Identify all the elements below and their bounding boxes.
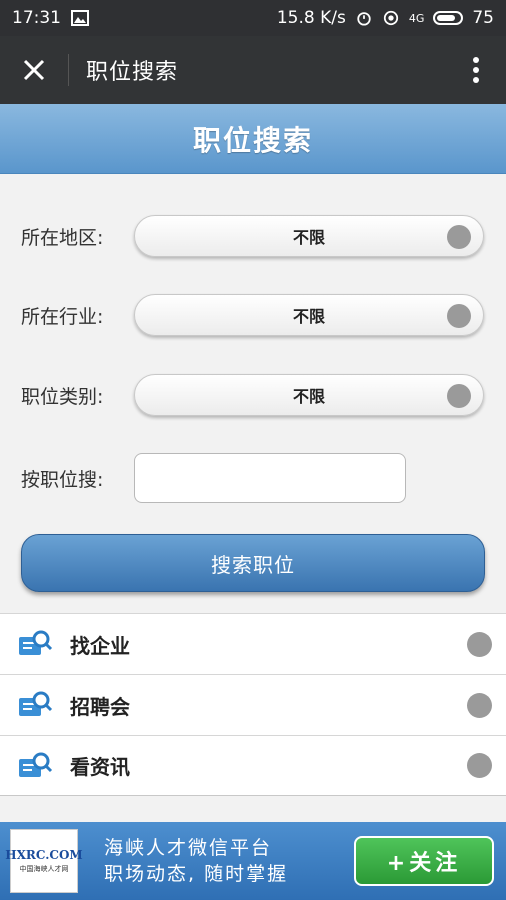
nav-bar: 职位搜索 bbox=[0, 36, 506, 104]
search-doc-icon bbox=[19, 752, 53, 777]
battery-icon bbox=[433, 11, 464, 25]
keyword-input[interactable] bbox=[134, 453, 406, 503]
logo-sub-text: 中国海峡人才网 bbox=[19, 865, 69, 873]
battery-level: 75 bbox=[472, 8, 494, 28]
follow-button[interactable]: +关注 bbox=[354, 836, 494, 886]
category-select[interactable]: 不限 bbox=[134, 374, 484, 416]
region-value: 不限 bbox=[292, 228, 325, 247]
region-row: 所在地区: 不限 bbox=[0, 211, 506, 261]
nav-divider bbox=[68, 54, 69, 86]
status-bar: 17:31 15.8 K/s 4G 75 bbox=[0, 0, 506, 36]
banner-line-1: 海峡人才微信平台 bbox=[104, 837, 273, 859]
region-select[interactable]: 不限 bbox=[134, 215, 484, 257]
search-jobs-button[interactable]: 搜索职位 bbox=[21, 534, 485, 592]
keyword-label: 按职位搜: bbox=[21, 468, 104, 491]
hxrc-logo: HXRC.COM 中国海峡人才网 bbox=[5, 829, 83, 893]
category-label: 职位类别: bbox=[21, 385, 104, 408]
arrow-knob-icon bbox=[467, 692, 492, 718]
image-icon bbox=[71, 10, 89, 26]
dropdown-knob-icon bbox=[447, 304, 471, 328]
industry-row: 所在行业: 不限 bbox=[0, 290, 506, 340]
keyword-row: 按职位搜: bbox=[0, 453, 506, 503]
more-vertical-icon bbox=[473, 57, 479, 83]
banner-text: 海峡人才微信平台 职场动态, 随时掌握 bbox=[104, 835, 288, 887]
network-type: 4G bbox=[408, 11, 425, 25]
search-doc-icon bbox=[19, 691, 53, 716]
link-list: 找企业 招聘会 看资讯 bbox=[0, 613, 506, 796]
page-header: 职位搜索 bbox=[0, 104, 506, 174]
nav-title: 职位搜索 bbox=[86, 60, 179, 85]
sync-icon bbox=[383, 10, 398, 26]
list-item-label: 看资讯 bbox=[70, 755, 130, 779]
promo-banner: HXRC.COM 中国海峡人才网 海峡人才微信平台 职场动态, 随时掌握 +关注 bbox=[0, 822, 506, 900]
category-row: 职位类别: 不限 bbox=[0, 370, 506, 420]
category-value: 不限 bbox=[292, 387, 325, 406]
logo-main-text: HXRC.COM bbox=[5, 848, 83, 862]
more-button[interactable] bbox=[446, 36, 506, 104]
list-item-label: 招聘会 bbox=[70, 694, 130, 719]
close-button[interactable] bbox=[0, 36, 68, 104]
arrow-knob-icon bbox=[467, 753, 492, 778]
list-item-find-company[interactable]: 找企业 bbox=[0, 613, 506, 674]
dropdown-knob-icon bbox=[447, 225, 471, 249]
region-label: 所在地区: bbox=[21, 226, 104, 249]
industry-value: 不限 bbox=[292, 307, 325, 326]
close-icon bbox=[23, 59, 45, 81]
page-title: 职位搜索 bbox=[192, 123, 313, 157]
search-doc-icon bbox=[19, 630, 53, 655]
industry-label: 所在行业: bbox=[21, 305, 104, 328]
net-speed: 15.8 K/s bbox=[276, 8, 346, 28]
dropdown-knob-icon bbox=[447, 384, 471, 408]
banner-line-2: 职场动态, 随时掌握 bbox=[104, 863, 289, 885]
industry-select[interactable]: 不限 bbox=[134, 294, 484, 336]
alarm-icon bbox=[357, 12, 371, 26]
list-item-job-fair[interactable]: 招聘会 bbox=[0, 674, 506, 735]
list-item-news[interactable]: 看资讯 bbox=[0, 735, 506, 796]
status-time: 17:31 bbox=[12, 8, 61, 28]
list-item-label: 找企业 bbox=[70, 633, 130, 658]
arrow-knob-icon bbox=[467, 631, 492, 657]
